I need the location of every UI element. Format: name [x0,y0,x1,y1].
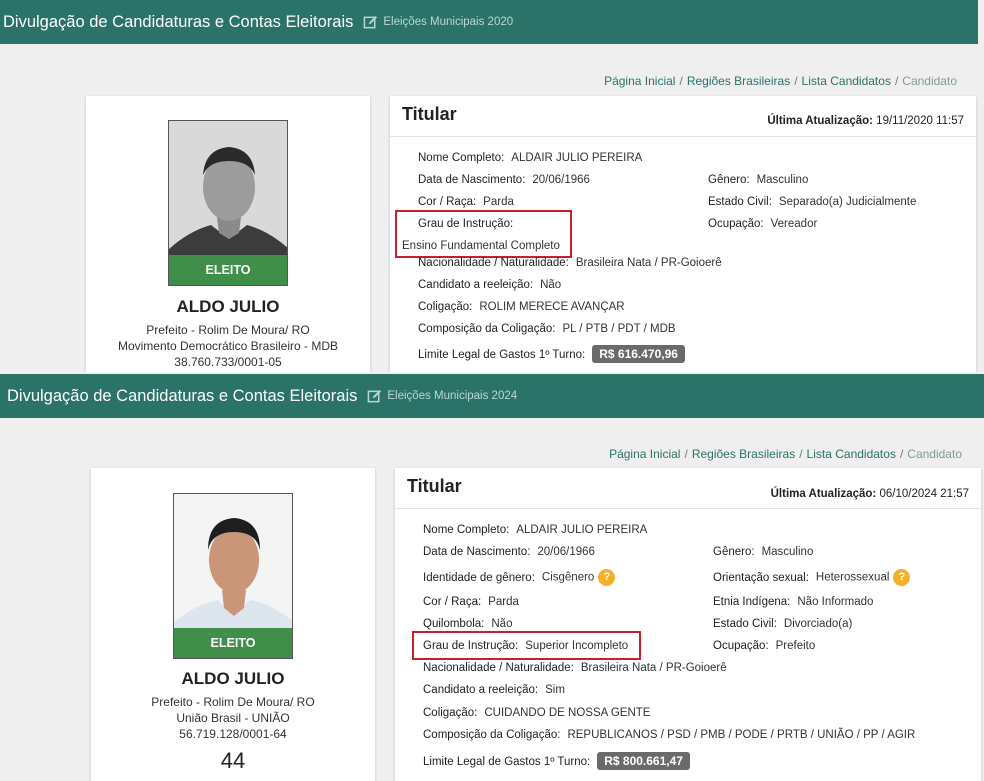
breadcrumb-regions[interactable]: Regiões Brasileiras [687,74,790,88]
field-occupation: Ocupação: Vereador [708,218,818,230]
highlight-box [395,210,572,258]
section-title: Titular [407,476,462,496]
field-coalition-parties: Composição da Coligação: REPUBLICANOS / P… [423,729,916,741]
status-badge: ELEITO [174,628,292,658]
candidate-name: ALDO JULIO [176,297,280,316]
breadcrumb-list[interactable]: Lista Candidatos [802,74,891,88]
field-civil-status: Estado Civil: Separado(a) Judicialmente [708,196,917,208]
field-reelection: Candidato a reeleição: Sim [423,684,565,696]
election-label: Eleições Municipais 2024 [387,390,518,402]
field-gender: Gênero: Masculino [708,174,809,186]
site-title[interactable]: Divulgação de Candidaturas e Contas Elei… [3,13,353,32]
edit-icon [364,15,378,28]
candidate-card: ELEITO ALDO JULIO Prefeito - Rolim De Mo… [86,96,370,372]
breadcrumb-home[interactable]: Página Inicial [609,447,680,461]
highlight-box [412,631,641,660]
candidate-party: União Brasil - UNIÃO [176,711,290,725]
candidate-photo: ELEITO [173,493,293,659]
breadcrumb: Página Inicial / Regiões Brasileiras / Lista… [609,447,962,461]
field-race: Cor / Raça: Parda [418,196,514,208]
panel-2020: Divulgação de Candidaturas e Contas Elei… [0,0,984,372]
status-badge: ELEITO [169,255,287,285]
election-selector[interactable]: Eleições Municipais 2024 [367,389,517,404]
divider [395,508,981,509]
last-updated: Última Atualização: 19/11/2020 11:57 [767,115,964,127]
field-gender-identity: Identidade de gênero: Cisgênero? [423,569,616,586]
field-coalition-parties: Composição da Coligação: PL / PTB / PDT /… [418,323,676,335]
candidate-office: Prefeito - Rolim De Moura/ RO [146,323,310,337]
field-coalition: Coligação: CUIDANDO DE NOSSA GENTE [423,707,651,719]
candidate-cnpj: 56.719.128/0001-64 [179,727,287,741]
breadcrumb-current: Candidato [902,74,957,88]
field-race: Cor / Raça: Parda [423,596,519,608]
field-indigenous: Etnia Indígena: Não Informado [713,596,874,608]
election-selector[interactable]: Eleições Municipais 2020 [363,15,513,30]
spending-limit-badge: R$ 616.470,96 [592,345,685,363]
site-title[interactable]: Divulgação de Candidaturas e Contas Elei… [7,387,357,406]
panel-2024: Divulgação de Candidaturas e Contas Elei… [0,372,984,781]
field-birth-date: Data de Nascimento: 20/06/1966 [418,174,590,186]
spending-limit-badge: R$ 800.661,47 [597,752,690,770]
field-birth-date: Data de Nascimento: 20/06/1966 [423,546,595,558]
last-updated: Última Atualização: 06/10/2024 21:57 [770,488,969,500]
field-full-name: Nome Completo: ALDAIR JULIO PEREIRA [423,524,648,536]
candidate-card: ELEITO ALDO JULIO Prefeito - Rolim De Mo… [91,468,375,781]
candidate-number: 44 [220,748,246,773]
candidate-details: Titular Última Atualização: 06/10/2024 2… [395,468,981,781]
breadcrumb-current: Candidato [907,447,962,461]
candidate-office: Prefeito - Rolim De Moura/ RO [151,695,315,709]
field-spending-limit: Limite Legal de Gastos 1º Turno: R$ 800.6… [423,752,690,770]
field-reelection: Candidato a reeleição: Não [418,279,562,291]
field-gender: Gênero: Masculino [713,546,814,558]
edit-icon [368,389,382,402]
field-civil-status: Estado Civil: Divorciado(a) [713,618,853,630]
candidate-photo: ELEITO [168,120,288,286]
divider [390,136,976,137]
candidate-details: Titular Última Atualização: 19/11/2020 1… [390,96,976,372]
field-spending-limit: Limite Legal de Gastos 1º Turno: R$ 616.4… [418,345,685,363]
candidate-party: Movimento Democrático Brasileiro - MDB [117,339,339,353]
election-label: Eleições Municipais 2020 [383,16,514,28]
section-title: Titular [402,104,457,124]
site-header: Divulgação de Candidaturas e Contas Elei… [0,0,978,44]
field-sexual-orientation: Orientação sexual: Heterossexual? [713,569,911,586]
field-full-name: Nome Completo: ALDAIR JULIO PEREIRA [418,152,643,164]
site-header: Divulgação de Candidaturas e Contas Elei… [0,374,984,418]
breadcrumb: Página Inicial / Regiões Brasileiras / Lista… [604,74,957,88]
help-icon[interactable]: ? [893,569,911,586]
candidate-cnpj: 38.760.733/0001-05 [174,355,282,369]
field-quilombola: Quilombola: Não [423,618,513,630]
field-occupation: Ocupação: Prefeito [713,640,816,652]
breadcrumb-list[interactable]: Lista Candidatos [807,447,896,461]
breadcrumb-regions[interactable]: Regiões Brasileiras [692,447,795,461]
candidate-name: ALDO JULIO [181,669,285,688]
field-nationality: Nacionalidade / Naturalidade: Brasileira … [418,257,722,269]
field-coalition: Coligação: ROLIM MERECE AVANÇAR [418,301,625,313]
breadcrumb-home[interactable]: Página Inicial [604,74,675,88]
help-icon[interactable]: ? [598,569,616,586]
field-nationality: Nacionalidade / Naturalidade: Brasileira … [423,662,727,674]
